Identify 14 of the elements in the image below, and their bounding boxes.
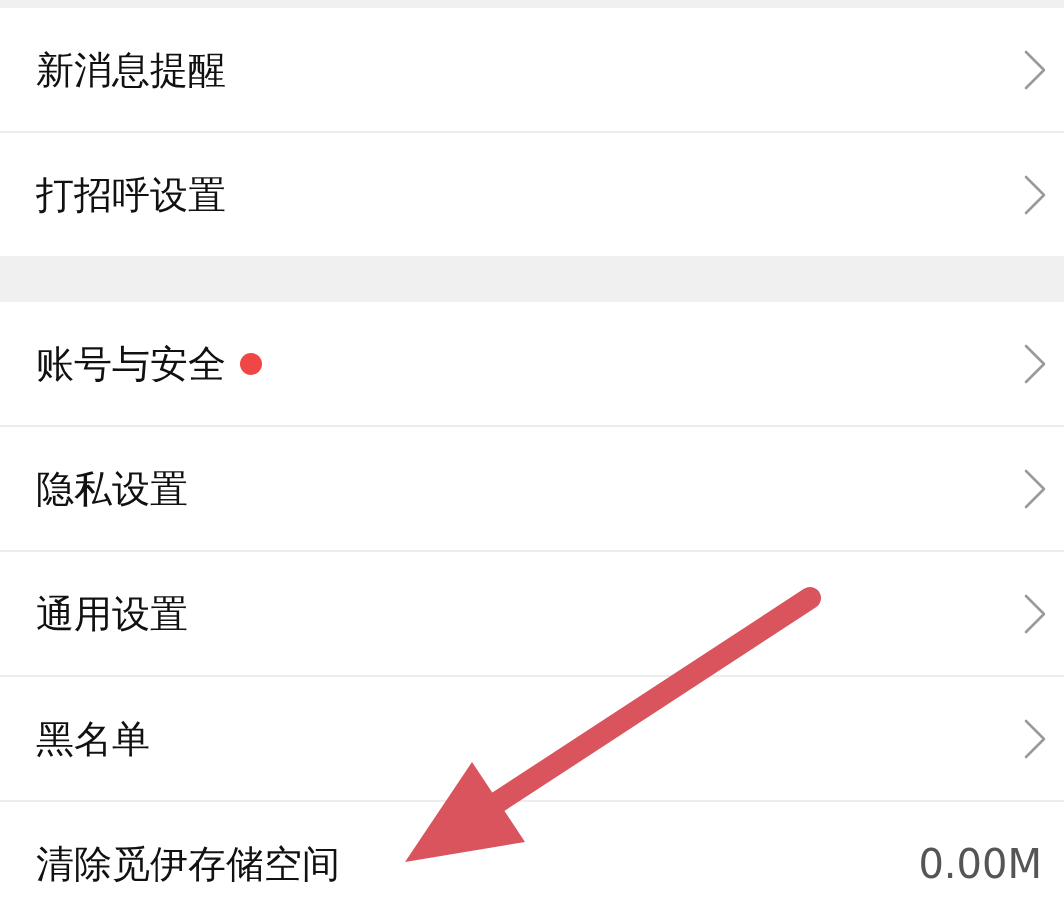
storage-size-value: 0.00M <box>918 843 1043 884</box>
chevron-right-icon <box>1024 468 1046 509</box>
chevron-right-icon <box>1024 343 1046 384</box>
settings-item[interactable]: 隐私设置 <box>0 427 1064 550</box>
chevron-right-icon <box>1024 49 1046 90</box>
settings-item[interactable]: 新消息提醒 <box>0 8 1064 131</box>
settings-item[interactable]: 黑名单 <box>0 677 1064 800</box>
settings-item[interactable]: 清除觅伊存储空间 0.00M <box>0 802 1064 924</box>
chevron-right-icon <box>1024 174 1046 215</box>
settings-item[interactable]: 账号与安全 <box>0 302 1064 425</box>
chevron-right-icon <box>1024 718 1046 759</box>
settings-item[interactable]: 打招呼设置 <box>0 133 1064 256</box>
chevron-right-icon <box>1024 593 1046 634</box>
settings-item[interactable]: 通用设置 <box>0 552 1064 675</box>
